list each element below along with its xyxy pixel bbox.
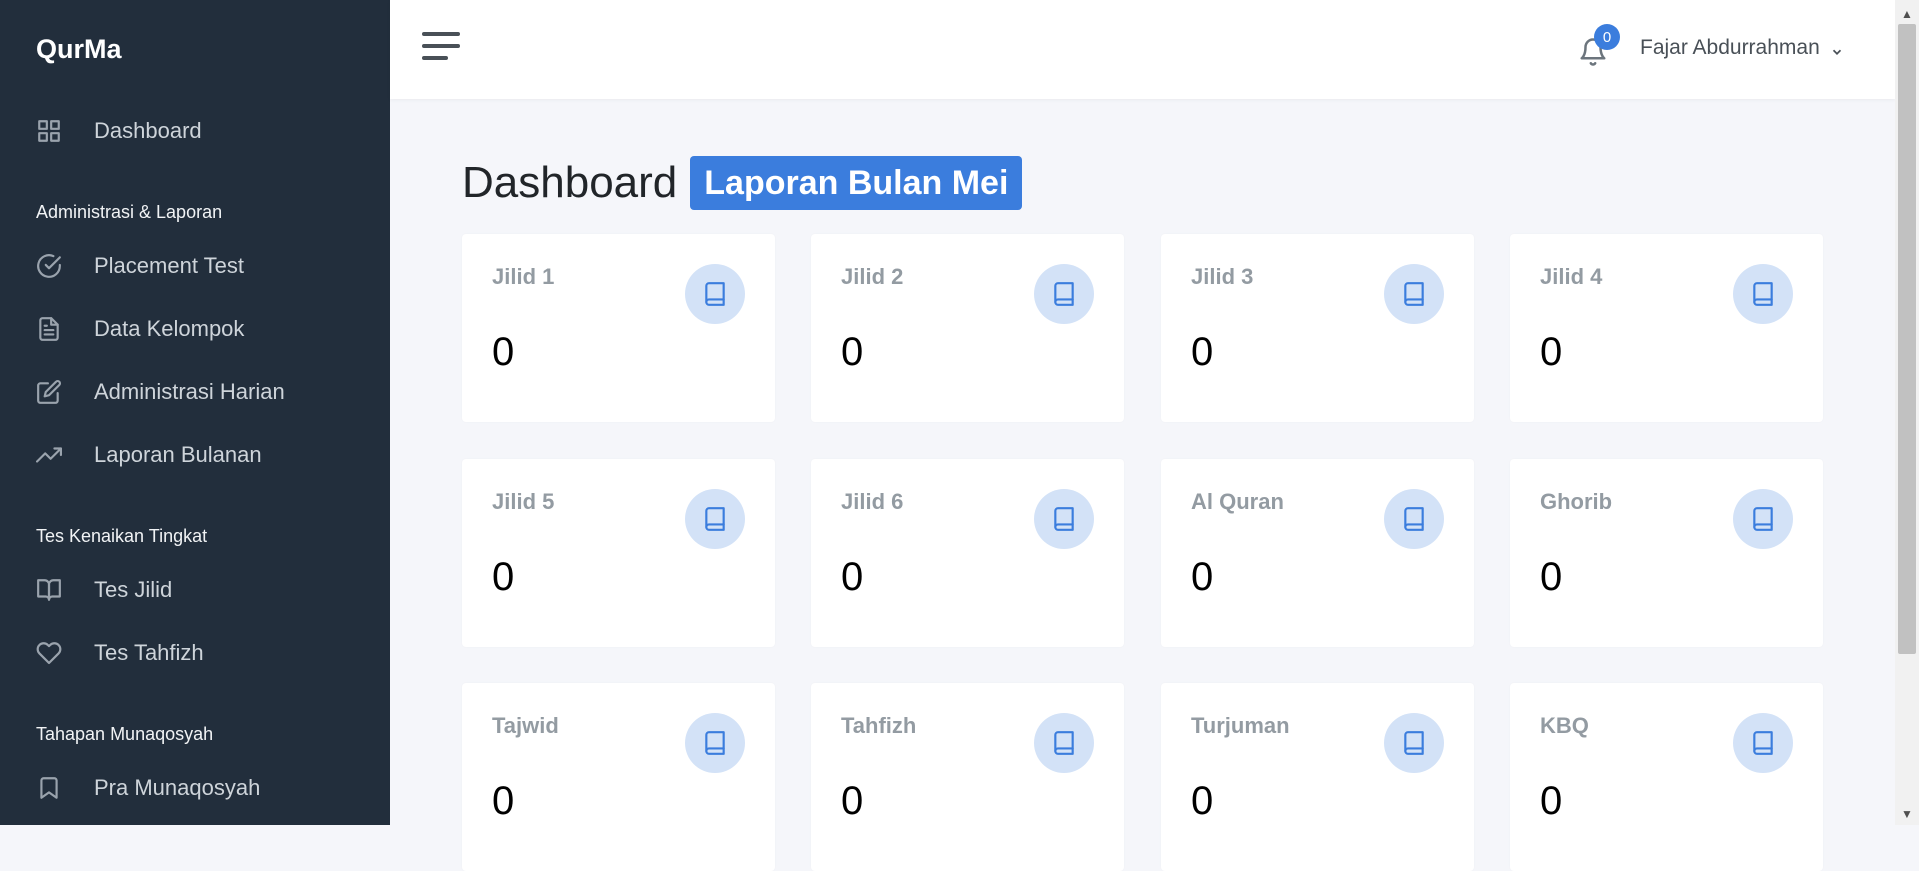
brand-logo[interactable]: QurMa <box>36 34 122 65</box>
book-icon <box>1034 489 1094 549</box>
stat-card: Turjuman 0 <box>1161 683 1474 871</box>
sidebar-header-tahapan-munaqosyah: Tahapan Munaqosyah <box>36 724 214 744</box>
book-icon <box>1733 264 1793 324</box>
stat-card-label: KBQ <box>1540 713 1589 738</box>
file-text-icon <box>36 309 76 349</box>
book-icon <box>685 713 745 773</box>
stat-card-label: Jilid 4 <box>1540 264 1603 289</box>
bookmark-icon <box>36 768 76 808</box>
stat-card: Ghorib 0 <box>1510 459 1823 647</box>
sidebar-item-placement-test[interactable]: Placement Test <box>36 246 244 286</box>
user-name: Fajar Abdurrahman <box>1640 36 1820 59</box>
stat-card-label: Jilid 1 <box>492 264 555 289</box>
stat-card-value: 0 <box>1540 330 1563 374</box>
stat-card: KBQ 0 <box>1510 683 1823 871</box>
scroll-down-arrow-icon[interactable]: ▼ <box>1898 806 1916 822</box>
stat-card-value: 0 <box>841 330 864 374</box>
hamburger-menu-icon[interactable] <box>422 32 460 64</box>
sidebar-header-tes-kenaikan: Tes Kenaikan Tingkat <box>36 526 208 546</box>
stat-card-label: Al Quran <box>1191 489 1284 514</box>
sidebar-item-laporan-bulanan[interactable]: Laporan Bulanan <box>36 435 262 475</box>
book-icon <box>1034 713 1094 773</box>
heart-icon <box>36 633 76 673</box>
stat-card: Jilid 6 0 <box>811 459 1124 647</box>
stat-card: Tahfizh 0 <box>811 683 1124 871</box>
notification-badge: 0 <box>1594 24 1620 50</box>
stat-card: Jilid 3 0 <box>1161 234 1474 422</box>
stat-card: Jilid 2 0 <box>811 234 1124 422</box>
stat-card: Jilid 4 0 <box>1510 234 1823 422</box>
stat-card-label: Jilid 6 <box>841 489 904 514</box>
stat-card: Tajwid 0 <box>462 683 775 871</box>
book-icon <box>1034 264 1094 324</box>
stat-card-value: 0 <box>1540 779 1563 823</box>
stat-card-label: Tajwid <box>492 713 559 738</box>
stat-card-label: Turjuman <box>1191 713 1290 738</box>
check-circle-icon <box>36 246 76 286</box>
stat-card-label: Tahfizh <box>841 713 917 738</box>
sidebar-item-label: Tes Tahfizh <box>94 640 204 665</box>
stat-card-value: 0 <box>492 555 515 599</box>
sidebar-header-administrasi: Administrasi & Laporan <box>36 202 223 222</box>
book-icon <box>1384 489 1444 549</box>
stat-card: Jilid 5 0 <box>462 459 775 647</box>
sidebar-item-label: Placement Test <box>94 253 245 278</box>
sidebar-item-label: Tes Jilid <box>94 577 173 602</box>
stat-card-value: 0 <box>841 779 864 823</box>
sidebar-item-label: Pra Munaqosyah <box>94 775 261 800</box>
page-title-text: Dashboard <box>462 158 678 207</box>
stat-card-value: 0 <box>1191 330 1214 374</box>
stat-card-value: 0 <box>1191 779 1214 823</box>
topbar: 0 Fajar Abdurrahman <box>390 0 1895 99</box>
stat-card-value: 0 <box>1191 555 1214 599</box>
sidebar-item-data-kelompok[interactable]: Data Kelompok <box>36 309 244 349</box>
grid-icon <box>36 111 76 151</box>
sidebar-item-tes-tahfizh[interactable]: Tes Tahfizh <box>36 633 204 673</box>
book-icon <box>1384 713 1444 773</box>
sidebar-item-pra-munaqosyah[interactable]: Pra Munaqosyah <box>36 768 260 808</box>
book-icon <box>685 489 745 549</box>
stat-card-value: 0 <box>492 779 515 823</box>
report-month-badge: Laporan Bulan Mei <box>690 156 1023 210</box>
book-icon <box>685 264 745 324</box>
edit-icon <box>36 372 76 412</box>
scroll-up-arrow-icon[interactable]: ▲ <box>1898 6 1916 22</box>
page-title: Dashboard Laporan Bulan Mei <box>462 156 1023 210</box>
trending-up-icon <box>36 435 76 475</box>
chevron-down-icon <box>1830 41 1844 55</box>
sidebar-item-label: Dashboard <box>94 118 202 143</box>
stat-card-value: 0 <box>841 555 864 599</box>
sidebar-item-label: Laporan Bulanan <box>94 442 262 467</box>
stat-card-label: Jilid 5 <box>492 489 555 514</box>
book-icon <box>1384 264 1444 324</box>
sidebar: QurMa Dashboard Administrasi & Laporan P… <box>0 0 390 825</box>
stat-card: Jilid 1 0 <box>462 234 775 422</box>
scrollbar-thumb[interactable] <box>1898 24 1916 654</box>
sidebar-item-label: Administrasi Harian <box>94 379 285 404</box>
sidebar-item-tes-jilid[interactable]: Tes Jilid <box>36 570 172 610</box>
stat-card: Al Quran 0 <box>1161 459 1474 647</box>
book-open-icon <box>36 570 76 610</box>
user-menu[interactable]: Fajar Abdurrahman <box>1640 36 1844 60</box>
stat-card-label: Ghorib <box>1540 489 1613 514</box>
stat-card-label: Jilid 2 <box>841 264 904 289</box>
stat-card-label: Jilid 3 <box>1191 264 1254 289</box>
book-icon <box>1733 713 1793 773</box>
sidebar-item-label: Data Kelompok <box>94 316 245 341</box>
sidebar-item-dashboard[interactable]: Dashboard <box>36 111 202 151</box>
stat-card-value: 0 <box>1540 555 1563 599</box>
stat-card-value: 0 <box>492 330 515 374</box>
book-icon <box>1733 489 1793 549</box>
sidebar-item-administrasi-harian[interactable]: Administrasi Harian <box>36 372 285 412</box>
